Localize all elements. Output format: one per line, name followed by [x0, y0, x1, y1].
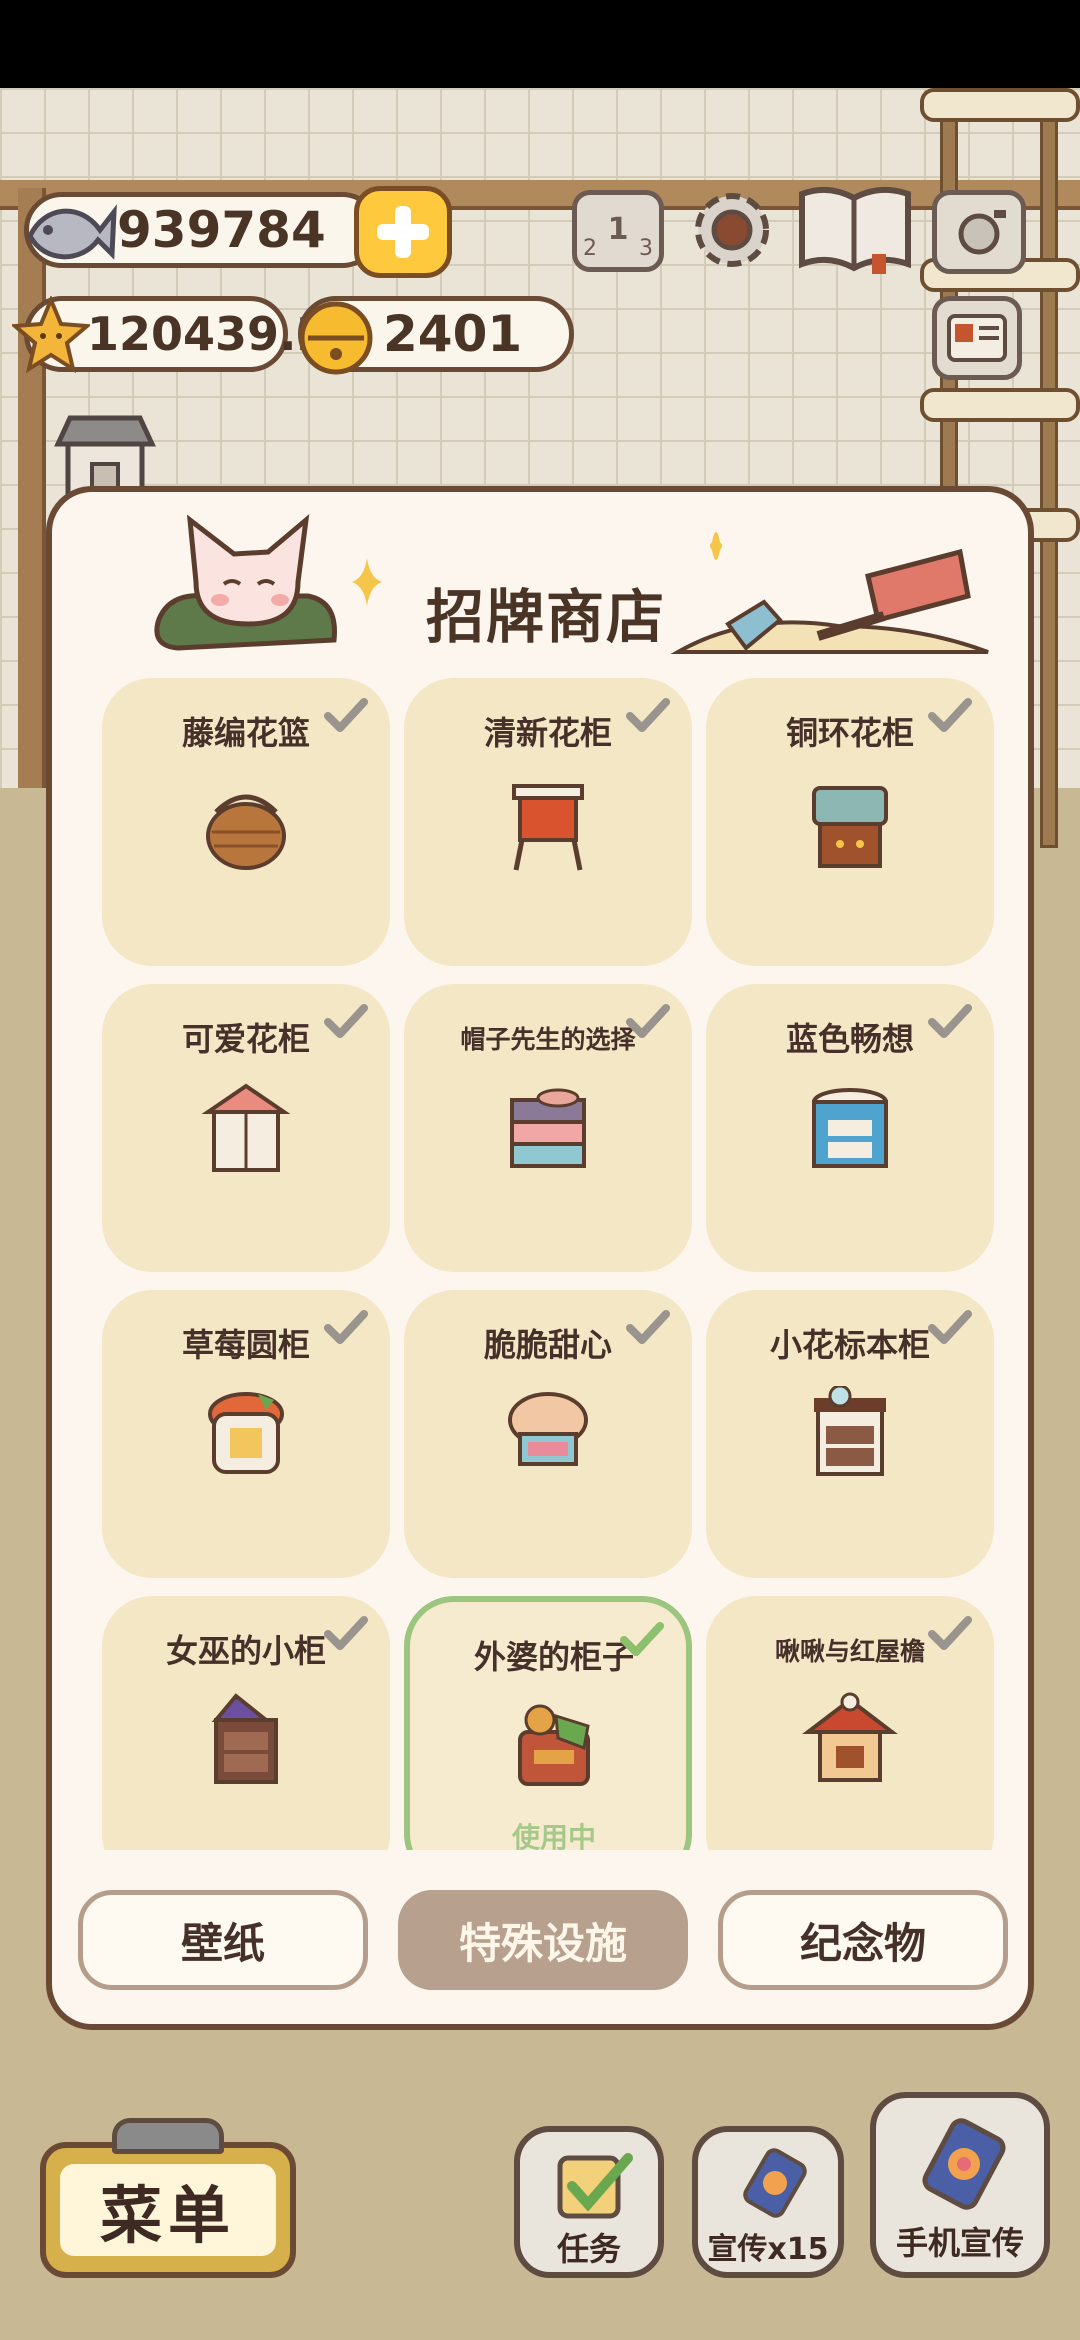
owned-check-icon [928, 1616, 972, 1652]
owned-check-icon [620, 1622, 664, 1658]
phone-promo-button[interactable]: 手机宣传 [870, 2092, 1050, 2278]
owned-check-icon [626, 698, 670, 734]
fish-amount: 939784 [117, 201, 326, 259]
owned-check-icon [324, 1004, 368, 1040]
red-eave-furniture-icon [800, 1692, 900, 1792]
task-check-icon [554, 2150, 634, 2222]
star-amount: 120439.2 [87, 307, 329, 361]
shop-item-card[interactable]: 啾啾与红屋檐 [706, 1596, 994, 1850]
promo-card-icon [740, 2148, 810, 2218]
svg-text:1: 1 [608, 212, 629, 247]
cabinet-cute-furniture-icon [196, 1080, 296, 1180]
owned-check-icon [324, 1616, 368, 1652]
cabinet-fresh-furniture-icon [498, 774, 598, 874]
specimen-furniture-icon [800, 1384, 900, 1486]
paint-roller-icon [668, 516, 998, 666]
cookie-furniture-icon [498, 1386, 598, 1486]
owned-check-icon [928, 1004, 972, 1040]
catalog-book-icon[interactable] [796, 184, 914, 276]
shop-item-card[interactable]: 藤编花篮 [102, 678, 390, 966]
plus-icon [377, 206, 429, 258]
item-grid: 藤编花篮 清新花柜 铜环花柜可爱花柜 帽子先生的选择 蓝色畅想草莓圆柜 脆脆甜心 小花标本柜… [102, 678, 994, 1850]
shop-item-card[interactable]: 草莓圆柜 [102, 1290, 390, 1578]
owned-check-icon [928, 1310, 972, 1346]
shop-item-card[interactable]: 女巫的小柜 [102, 1596, 390, 1850]
clipboard-clip-icon [112, 2118, 224, 2154]
shop-item-card[interactable]: 脆脆甜心 [404, 1290, 692, 1578]
bell-amount: 2401 [383, 305, 523, 363]
shop-item-card[interactable]: 小花标本柜 [706, 1290, 994, 1578]
owned-check-icon [324, 1310, 368, 1346]
star-icon [12, 296, 90, 374]
shop-item-card[interactable]: 铜环花柜 [706, 678, 994, 966]
bell-icon [294, 294, 378, 378]
camera-icon[interactable] [932, 190, 1026, 274]
svg-text:2: 2 [583, 236, 597, 261]
basket-furniture-icon [196, 774, 296, 874]
tasks-button[interactable]: 任务 [514, 2126, 664, 2278]
ranking-icon[interactable]: 12 3 [572, 190, 664, 272]
shop-item-card[interactable]: 外婆的柜子 使用中 [404, 1596, 692, 1850]
settings-gear-icon[interactable] [686, 184, 778, 276]
promo-label: 宣传x15 [707, 2232, 829, 2267]
witch-furniture-icon [196, 1692, 296, 1792]
grandma-furniture-icon [504, 1698, 604, 1798]
phone-promo-icon [916, 2116, 1012, 2212]
owned-check-icon [626, 1310, 670, 1346]
owned-check-icon [928, 698, 972, 734]
dresser-hat-furniture-icon [498, 1080, 598, 1180]
wooden-post [18, 188, 46, 788]
shop-item-card[interactable]: 蓝色畅想 [706, 984, 994, 1272]
in-use-label: 使用中 [511, 1821, 596, 1850]
add-fish-button[interactable] [354, 186, 452, 278]
shop-item-card[interactable]: 帽子先生的选择 [404, 984, 692, 1272]
fish-icon [22, 190, 118, 274]
shop-item-card[interactable]: 清新花柜 [404, 678, 692, 966]
menu-label: 菜单 [60, 2164, 276, 2256]
tab-special-facilities[interactable]: 特殊设施 [398, 1890, 688, 1990]
strawberry-furniture-icon [196, 1386, 296, 1486]
cabinet-brass-furniture-icon [800, 774, 900, 874]
phone-promo-label: 手机宣传 [895, 2224, 1024, 2262]
owned-check-icon [324, 698, 368, 734]
tab-souvenirs[interactable]: 纪念物 [718, 1890, 1008, 1990]
tasks-label: 任务 [556, 2230, 621, 2268]
svg-text:3: 3 [639, 236, 653, 261]
signboard-shop-panel: 招牌商店 藤编花篮 清新花柜 铜环花柜 可爱花柜 帽子先生的选择 蓝色畅想 草莓圆柜 脆脆甜心… [46, 486, 1034, 2030]
shop-item-card[interactable]: 可爱花柜 [102, 984, 390, 1272]
promo-button[interactable]: 宣传x15 [692, 2126, 844, 2278]
owned-check-icon [626, 1004, 670, 1040]
menu-button[interactable]: 菜单 [40, 2118, 296, 2278]
barrel-blue-furniture-icon [800, 1080, 900, 1180]
tab-wallpaper[interactable]: 壁纸 [78, 1890, 368, 1990]
id-card-icon[interactable] [932, 296, 1022, 380]
